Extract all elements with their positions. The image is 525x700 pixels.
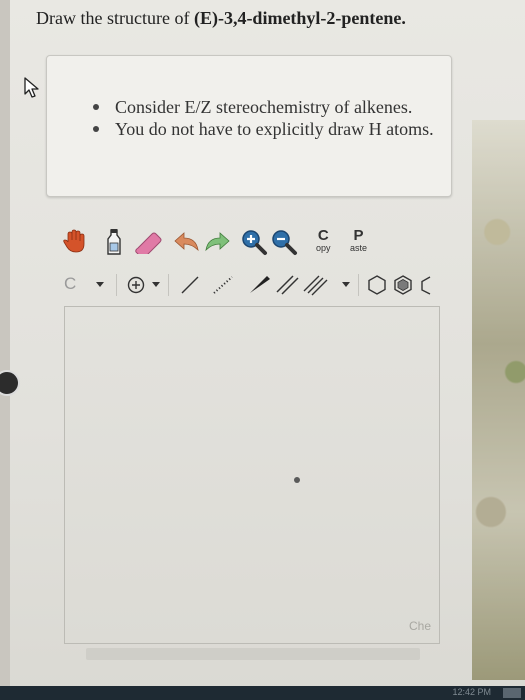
undo-icon[interactable] (172, 230, 202, 254)
compound-name: (E)-3,4-dimethyl-2-pentene. (193, 8, 406, 28)
paste-label-small: aste (350, 243, 368, 253)
question-title: Draw the structure of (E)-3,4-dimethyl-2… (36, 8, 406, 29)
toolbar-bottom: C (60, 270, 440, 300)
canvas-atom-dot (294, 477, 300, 483)
paste-label-big: P (353, 227, 364, 244)
single-bond-icon[interactable] (178, 274, 202, 296)
toolbar-top: C opy P aste (60, 222, 390, 258)
toolbar-divider (116, 274, 117, 296)
benzene-icon[interactable] (392, 274, 414, 296)
horizontal-scrollbar[interactable] (86, 648, 420, 660)
hint-item: You do not have to explicitly draw H ato… (93, 118, 443, 140)
copy-button[interactable]: C opy (316, 228, 331, 253)
element-dropdown-caret-icon[interactable] (96, 282, 104, 287)
charge-plus-icon[interactable] (126, 275, 146, 295)
zoom-in-icon[interactable] (240, 228, 268, 256)
bottle-icon[interactable] (104, 228, 124, 256)
background-foliage (472, 120, 525, 680)
triple-bond-icon[interactable] (302, 274, 330, 296)
hint-item: Consider E/Z stereochemistry of alkenes. (93, 96, 443, 118)
tray-icon[interactable] (503, 688, 521, 698)
cyclohexane-icon[interactable] (366, 274, 388, 296)
hashed-bond-icon[interactable] (210, 274, 236, 296)
chain-icon[interactable] (418, 274, 432, 296)
cursor-icon (24, 77, 39, 98)
hint-list: Consider E/Z stereochemistry of alkenes.… (93, 96, 443, 140)
copy-label-small: opy (316, 243, 331, 253)
redo-icon[interactable] (202, 230, 232, 254)
drawing-canvas[interactable]: Che (64, 306, 440, 644)
question-prefix: Draw the structure of (36, 8, 194, 28)
wedge-bond-icon[interactable] (246, 274, 272, 296)
zoom-out-icon[interactable] (270, 228, 298, 256)
editor-watermark: Che (408, 619, 431, 633)
double-bond-icon[interactable] (274, 274, 300, 296)
bond-dropdown-caret-icon[interactable] (342, 282, 350, 287)
taskbar: 12:42 PM (0, 686, 525, 700)
hint-box: Consider E/Z stereochemistry of alkenes.… (46, 55, 452, 197)
taskbar-clock: 12:42 PM (452, 687, 491, 697)
element-select-value: C (64, 274, 77, 293)
eraser-icon[interactable] (134, 230, 164, 254)
charge-dropdown-caret-icon[interactable] (152, 282, 160, 287)
toolbar-divider (168, 274, 169, 296)
hand-icon[interactable] (62, 228, 88, 254)
paste-button[interactable]: P aste (350, 228, 367, 253)
toolbar-divider (358, 274, 359, 296)
copy-label-big: C (317, 227, 329, 244)
